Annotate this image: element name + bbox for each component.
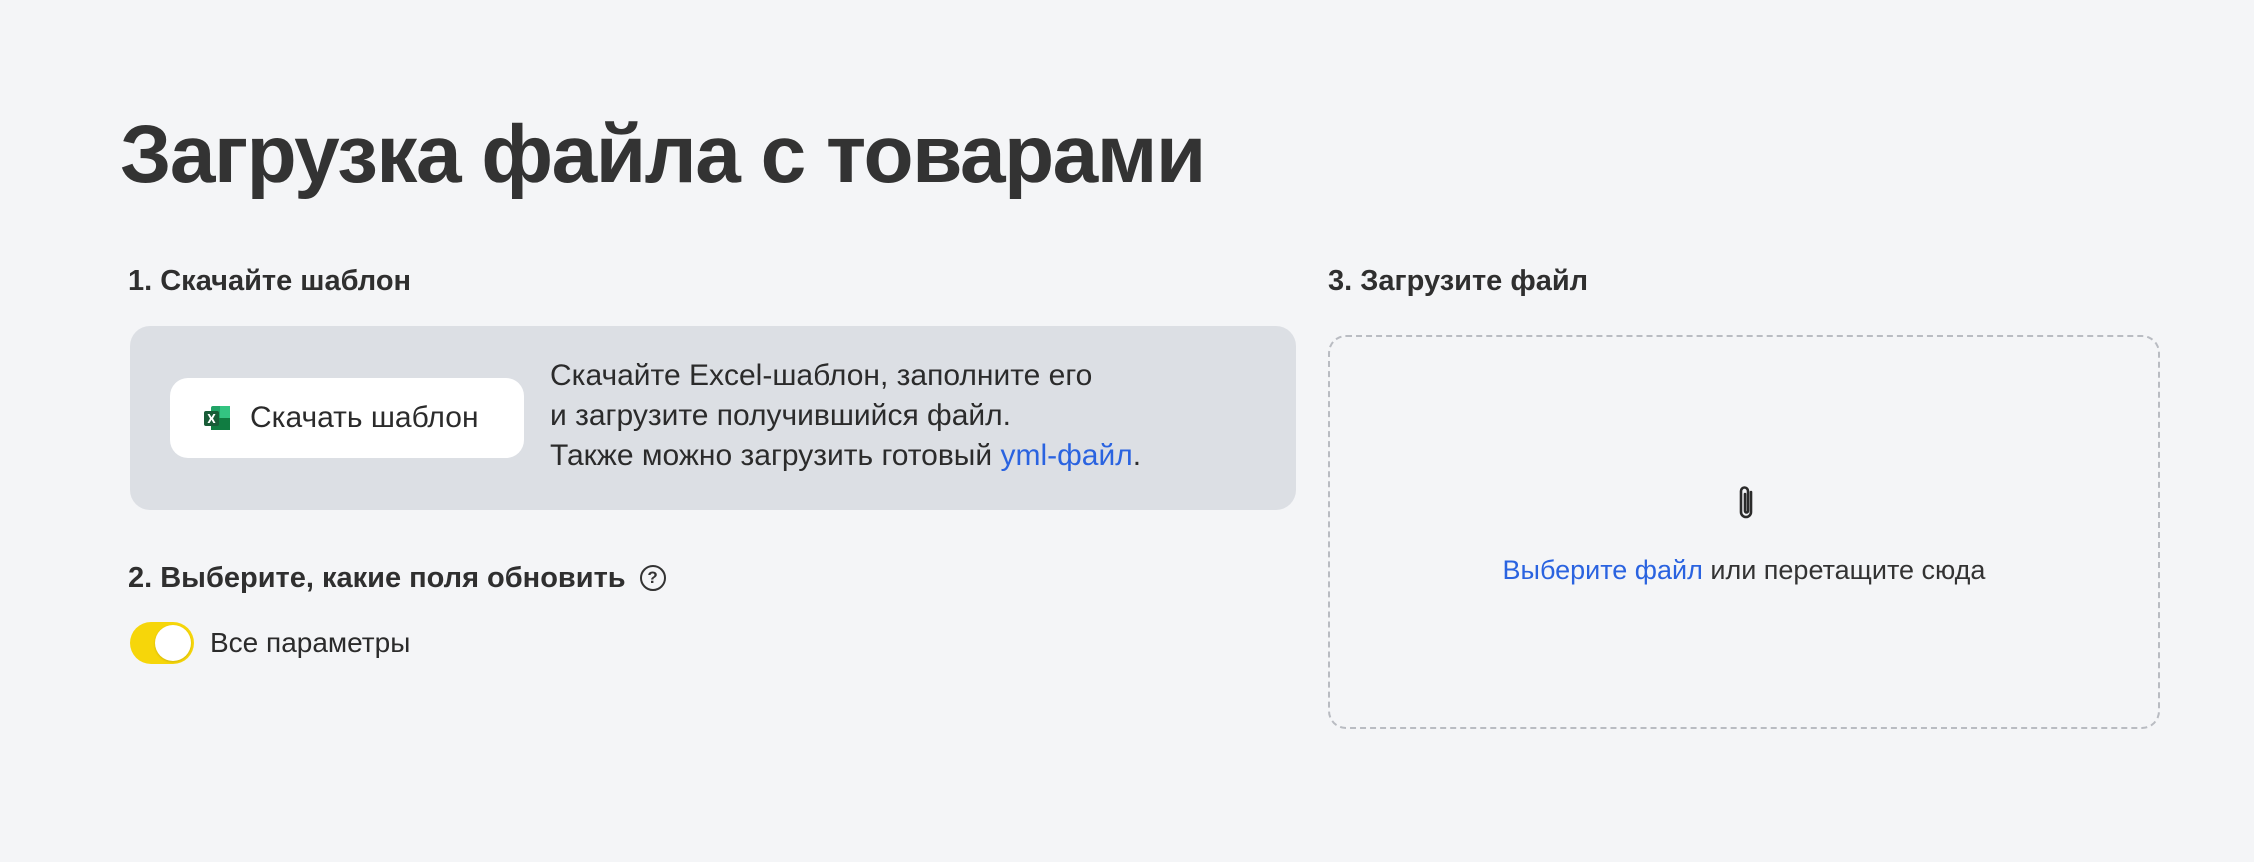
template-card: Скачать шаблон Скачайте Excel-шаблон, за… — [130, 326, 1296, 510]
question-circle-icon[interactable]: ? — [639, 565, 666, 592]
step1-title: 1. Скачайте шаблон — [128, 265, 412, 297]
toggle-knob — [155, 625, 191, 661]
step3-title: 3. Загрузите файл — [1328, 265, 1589, 297]
choose-file-link[interactable]: Выберите файл — [1503, 555, 1703, 585]
file-dropzone[interactable]: Выберите файл или перетащите сюда — [1328, 335, 2160, 729]
dropzone-text: Выберите файл или перетащите сюда — [1330, 555, 2158, 586]
all-params-label: Все параметры — [210, 627, 411, 658]
template-description: Скачайте Excel-шаблон, заполните его и з… — [550, 356, 1141, 476]
download-template-button[interactable]: Скачать шаблон — [170, 378, 524, 458]
excel-icon — [204, 406, 230, 430]
step2-title: 2. Выберите, какие поля обновить — [128, 562, 626, 594]
all-params-toggle[interactable] — [130, 622, 194, 664]
description-line-1: Скачайте Excel-шаблон, заполните его — [550, 359, 1093, 392]
paperclip-icon — [1739, 486, 1753, 519]
description-line-3-prefix: Также можно загрузить готовый — [550, 439, 1001, 472]
download-template-label: Скачать шаблон — [250, 401, 479, 434]
drop-hint: или перетащите сюда — [1702, 555, 1986, 585]
description-line-3-suffix: . — [1132, 439, 1142, 472]
description-line-2: и загрузите получившийся файл. — [550, 399, 1011, 432]
all-params-row: Все параметры — [130, 622, 410, 664]
page-title: Загрузка файла с товарами — [120, 109, 1206, 200]
description-line-3: Также можно загрузить готовый yml-файл. — [550, 436, 1141, 476]
yml-file-link[interactable]: yml-файл — [1000, 439, 1132, 472]
step2-title-row: 2. Выберите, какие поля обновить ? — [128, 561, 666, 596]
